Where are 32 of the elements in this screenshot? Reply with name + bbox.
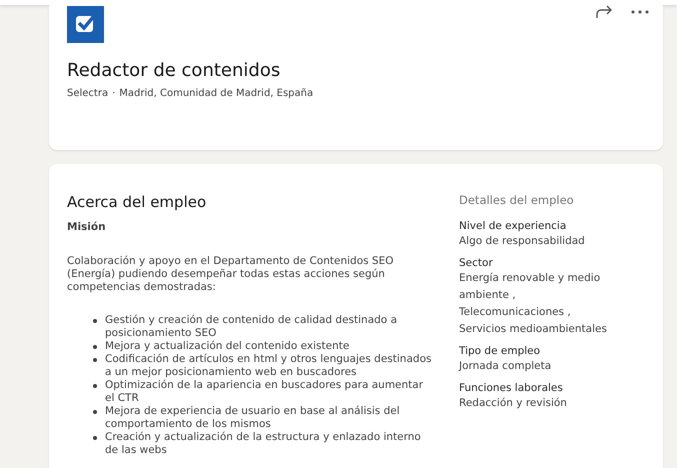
bullet-text: Mejora de experiencia de usuario en base al análisis del comportamiento de los mismos — [105, 405, 401, 431]
section-subtitle: Misión — [67, 221, 107, 234]
bullet-text: Optimización de la apariencia en buscadores para aumentar el CTR — [105, 379, 424, 405]
bullet-icon — [93, 436, 97, 440]
share-icon[interactable] — [595, 5, 613, 19]
detail-value: Jornada completa — [459, 359, 552, 374]
more-icon[interactable] — [631, 10, 649, 14]
detail-value: Energía renovable y medio ambiente , — [459, 271, 602, 303]
bullet-text: Creación y actualización de la estructura y enlazado interno de las webs — [105, 431, 422, 457]
detail-label: Funciones laborales — [459, 381, 564, 395]
detail-value: Telecomunicaciones , — [459, 305, 572, 320]
job-title: Redactor de contenidos — [67, 60, 282, 81]
detail-value: Servicios medioambientales — [459, 322, 608, 337]
bullet-icon — [93, 410, 97, 414]
bullet-text: Gestión y creación de contenido de calidad destinado a posicionamiento SEO — [105, 314, 398, 340]
detail-label: Sector — [459, 256, 494, 270]
separator-dot: · — [112, 88, 116, 99]
bullet-icon — [93, 384, 97, 388]
job-location: Madrid, Comunidad de Madrid, España — [119, 88, 314, 99]
section-title: Acerca del empleo — [67, 196, 208, 209]
bullet-icon — [93, 345, 97, 349]
detail-value: Algo de responsabilidad — [459, 234, 586, 249]
bullet-icon — [93, 358, 97, 362]
detail-value: Redacción y revisión — [459, 396, 568, 411]
details-title: Detalles del empleo — [459, 192, 575, 209]
intro-paragraph: Colaboración y apoyo en el Departamento de Contenidos SEO (Energía) pudiendo desempeñar todas estas acciones según competencias demostradas: — [67, 255, 394, 294]
bullet-text: Mejora y actualización del contenido existente — [105, 340, 350, 353]
bullet-icon — [93, 319, 97, 323]
bullet-text: Codificación de artículos en html y otros lenguajes destinados a un mejor posicionamiento web en buscadores — [105, 353, 432, 379]
detail-label: Nivel de experiencia — [459, 219, 568, 233]
company-name[interactable]: Selectra — [67, 88, 108, 99]
detail-label: Tipo de empleo — [459, 344, 542, 358]
